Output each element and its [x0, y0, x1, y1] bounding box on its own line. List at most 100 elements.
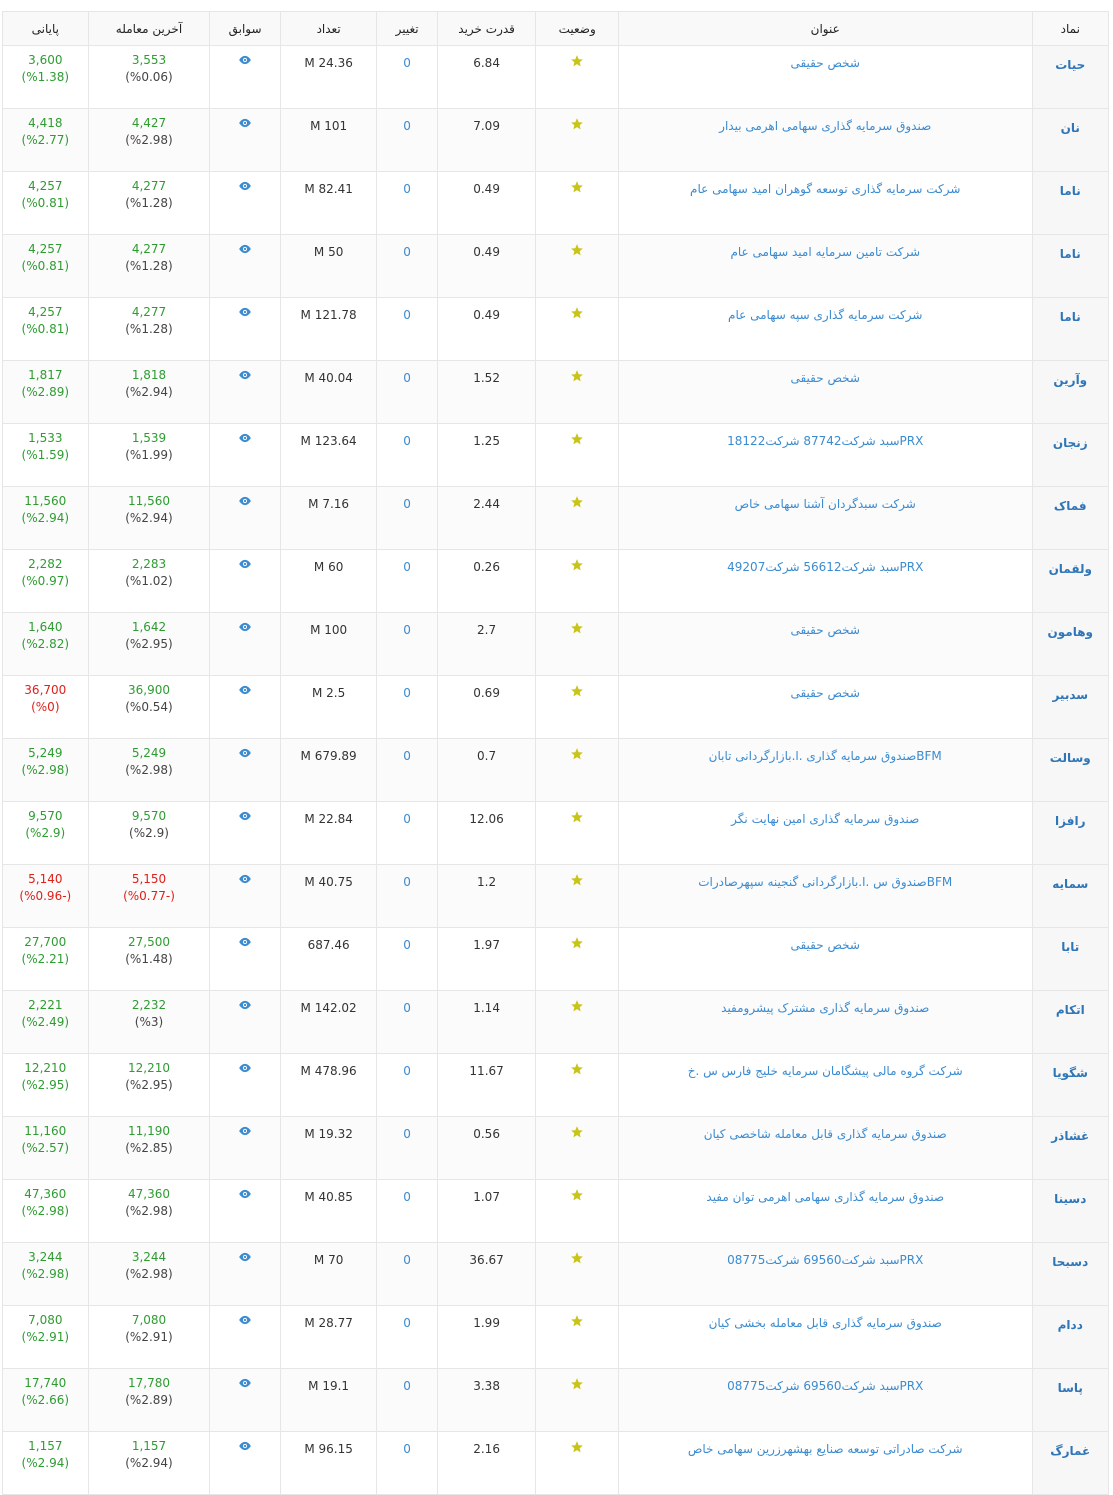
title-link[interactable]: صندوق سرمایه گذاری قابل معامله شاخصی کیا… [617, 1116, 1033, 1180]
title-link[interactable]: شرکت صادراتی توسعه صنایع بهشهرزرین سهامی… [617, 1431, 1033, 1495]
eye-icon[interactable] [238, 118, 252, 128]
symbol-link[interactable]: ناما [1031, 234, 1110, 298]
title-link[interactable]: شخص حقیقی [617, 675, 1033, 739]
eye-icon[interactable] [238, 1189, 252, 1199]
title-link[interactable]: شرکت تامین سرمایه امید سهامی عام [617, 234, 1033, 298]
symbol-link[interactable]: ناما [1031, 171, 1110, 235]
eye-icon[interactable] [238, 307, 252, 317]
col-header-history[interactable]: سوابق [209, 11, 281, 46]
history-cell[interactable] [209, 549, 281, 613]
symbol-link[interactable]: اتکام [1031, 990, 1110, 1054]
eye-icon[interactable] [238, 1378, 252, 1388]
col-header-last-trade[interactable]: آخرین معامله [87, 11, 211, 46]
symbol-link[interactable]: دسبحا [1031, 1242, 1110, 1306]
history-cell[interactable] [209, 423, 281, 487]
symbol-link[interactable]: نان [1031, 108, 1110, 172]
symbol-link[interactable]: وهامون [1031, 612, 1110, 676]
symbol-link[interactable]: پاسا [1031, 1368, 1110, 1432]
title-link[interactable]: شرکت سبدگردان آشنا سهامی خاص [617, 486, 1033, 550]
history-cell[interactable] [209, 1053, 281, 1117]
title-link[interactable]: PRXسبد شرکت56612 شرکت49207 [617, 549, 1033, 613]
history-cell[interactable] [209, 1431, 281, 1495]
symbol-link[interactable]: غمارگ [1031, 1431, 1110, 1495]
symbol-link[interactable]: وسالت [1031, 738, 1110, 802]
history-cell[interactable] [209, 1242, 281, 1306]
history-cell[interactable] [209, 1116, 281, 1180]
title-link[interactable]: PRXسبد شرکت87742 شرکت18122 [617, 423, 1033, 487]
title-link[interactable]: شرکت سرمایه گذاری سپه سهامی عام [617, 297, 1033, 361]
eye-icon[interactable] [238, 244, 252, 254]
eye-icon[interactable] [238, 55, 252, 65]
symbol-link[interactable]: شگویا [1031, 1053, 1110, 1117]
symbol-link[interactable]: فماک [1031, 486, 1110, 550]
title-link[interactable]: شخص حقیقی [617, 45, 1033, 109]
title-link[interactable]: BFMصندوق س .ا.بازارگردانی گنجینه سپهرصاد… [617, 864, 1033, 928]
symbol-link[interactable]: ولقمان [1031, 549, 1110, 613]
eye-icon[interactable] [238, 1252, 252, 1262]
col-header-change[interactable]: تغییر [376, 11, 438, 46]
title-link[interactable]: BFMصندوق سرمایه گذاری .ا.بازارگردانی تاب… [617, 738, 1033, 802]
title-link[interactable]: PRXسبد شرکت69560 شرکت08775 [617, 1368, 1033, 1432]
col-header-count[interactable]: تعداد [279, 11, 378, 46]
history-cell[interactable] [209, 864, 281, 928]
history-cell[interactable] [209, 297, 281, 361]
symbol-link[interactable]: دسینا [1031, 1179, 1110, 1243]
symbol-link[interactable]: ناما [1031, 297, 1110, 361]
symbol-link[interactable]: غشاذر [1031, 1116, 1110, 1180]
col-header-status[interactable]: وضعیت [535, 11, 619, 46]
eye-icon[interactable] [238, 433, 252, 443]
title-link[interactable]: صندوق سرمایه گذاری مشترک پیشرومفید [617, 990, 1033, 1054]
eye-icon[interactable] [238, 685, 252, 695]
history-cell[interactable] [209, 612, 281, 676]
symbol-link[interactable]: حیات [1031, 45, 1110, 109]
title-link[interactable]: شخص حقیقی [617, 612, 1033, 676]
eye-icon[interactable] [238, 370, 252, 380]
title-link[interactable]: صندوق سرمایه گذاری سهامی اهرمی بیدار [617, 108, 1033, 172]
symbol-link[interactable]: تابا [1031, 927, 1110, 991]
eye-icon[interactable] [238, 559, 252, 569]
symbol-link[interactable]: ددام [1031, 1305, 1110, 1369]
eye-icon[interactable] [238, 937, 252, 947]
col-header-closing[interactable]: پایانی [2, 11, 89, 46]
history-cell[interactable] [209, 927, 281, 991]
history-cell[interactable] [209, 171, 281, 235]
history-cell[interactable] [209, 675, 281, 739]
eye-icon[interactable] [238, 874, 252, 884]
title-link[interactable]: صندوق سرمایه گذاری سهامی اهرمی توان مفید [617, 1179, 1033, 1243]
title-link[interactable]: شخص حقیقی [617, 927, 1033, 991]
eye-icon[interactable] [238, 1441, 252, 1451]
eye-icon[interactable] [238, 622, 252, 632]
symbol-link[interactable]: رافزا [1031, 801, 1110, 865]
eye-icon[interactable] [238, 811, 252, 821]
eye-icon[interactable] [238, 1126, 252, 1136]
title-link[interactable]: صندوق سرمایه گذاری قابل معامله بخشی کیان [617, 1305, 1033, 1369]
history-cell[interactable] [209, 1368, 281, 1432]
symbol-link[interactable]: وآرین [1031, 360, 1110, 424]
col-header-buy-power[interactable]: قدرت خرید [436, 11, 537, 46]
col-header-symbol[interactable]: نماد [1031, 11, 1110, 46]
title-link[interactable]: شرکت گروه مالی پیشگامان سرمایه خلیج فارس… [617, 1053, 1033, 1117]
eye-icon[interactable] [238, 181, 252, 191]
eye-icon[interactable] [238, 1315, 252, 1325]
symbol-link[interactable]: زنجان [1031, 423, 1110, 487]
title-link[interactable]: شرکت سرمایه گذاری توسعه گوهران امید سهام… [617, 171, 1033, 235]
history-cell[interactable] [209, 108, 281, 172]
title-link[interactable]: شخص حقیقی [617, 360, 1033, 424]
symbol-link[interactable]: سمایه [1031, 864, 1110, 928]
title-link[interactable]: PRXسبد شرکت69560 شرکت08775 [617, 1242, 1033, 1306]
col-header-title[interactable]: عنوان [617, 11, 1033, 46]
symbol-link[interactable]: سدبیر [1031, 675, 1110, 739]
eye-icon[interactable] [238, 748, 252, 758]
eye-icon[interactable] [238, 1000, 252, 1010]
history-cell[interactable] [209, 234, 281, 298]
eye-icon[interactable] [238, 1063, 252, 1073]
history-cell[interactable] [209, 1305, 281, 1369]
history-cell[interactable] [209, 801, 281, 865]
title-link[interactable]: صندوق سرمایه گذاری امین نهایت نگر [617, 801, 1033, 865]
history-cell[interactable] [209, 1179, 281, 1243]
history-cell[interactable] [209, 360, 281, 424]
history-cell[interactable] [209, 486, 281, 550]
history-cell[interactable] [209, 45, 281, 109]
history-cell[interactable] [209, 738, 281, 802]
eye-icon[interactable] [238, 496, 252, 506]
